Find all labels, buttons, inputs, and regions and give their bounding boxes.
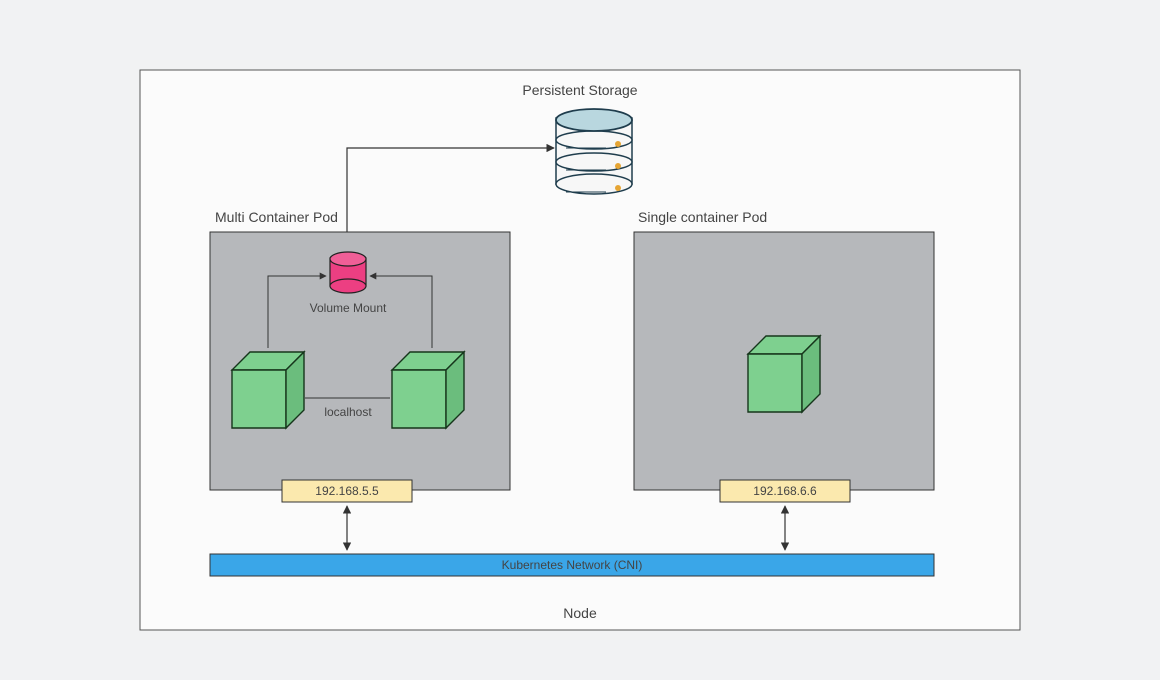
multi-container-pod: Multi Container Pod Volume Mount localho… bbox=[210, 209, 510, 502]
single-pod-title: Single container Pod bbox=[638, 209, 767, 225]
multi-pod-ip: 192.168.5.5 bbox=[315, 484, 379, 498]
network-label: Kubernetes Network (CNI) bbox=[502, 558, 643, 572]
multi-pod-title: Multi Container Pod bbox=[215, 209, 338, 225]
container-cube-single bbox=[748, 336, 820, 412]
single-pod-ip: 192.168.6.6 bbox=[753, 484, 817, 498]
localhost-label: localhost bbox=[324, 405, 372, 419]
diagram-canvas: Node Persistent Storage Multi Container … bbox=[0, 0, 1160, 680]
node-label: Node bbox=[563, 605, 597, 621]
single-container-pod: Single container Pod 192.168.6.6 bbox=[634, 209, 934, 502]
container-cube-left bbox=[232, 352, 304, 428]
storage-icon bbox=[556, 109, 632, 194]
container-cube-right bbox=[392, 352, 464, 428]
volume-mount-label: Volume Mount bbox=[310, 301, 387, 315]
volume-mount-icon bbox=[330, 252, 366, 293]
diagram-title: Persistent Storage bbox=[522, 82, 637, 98]
